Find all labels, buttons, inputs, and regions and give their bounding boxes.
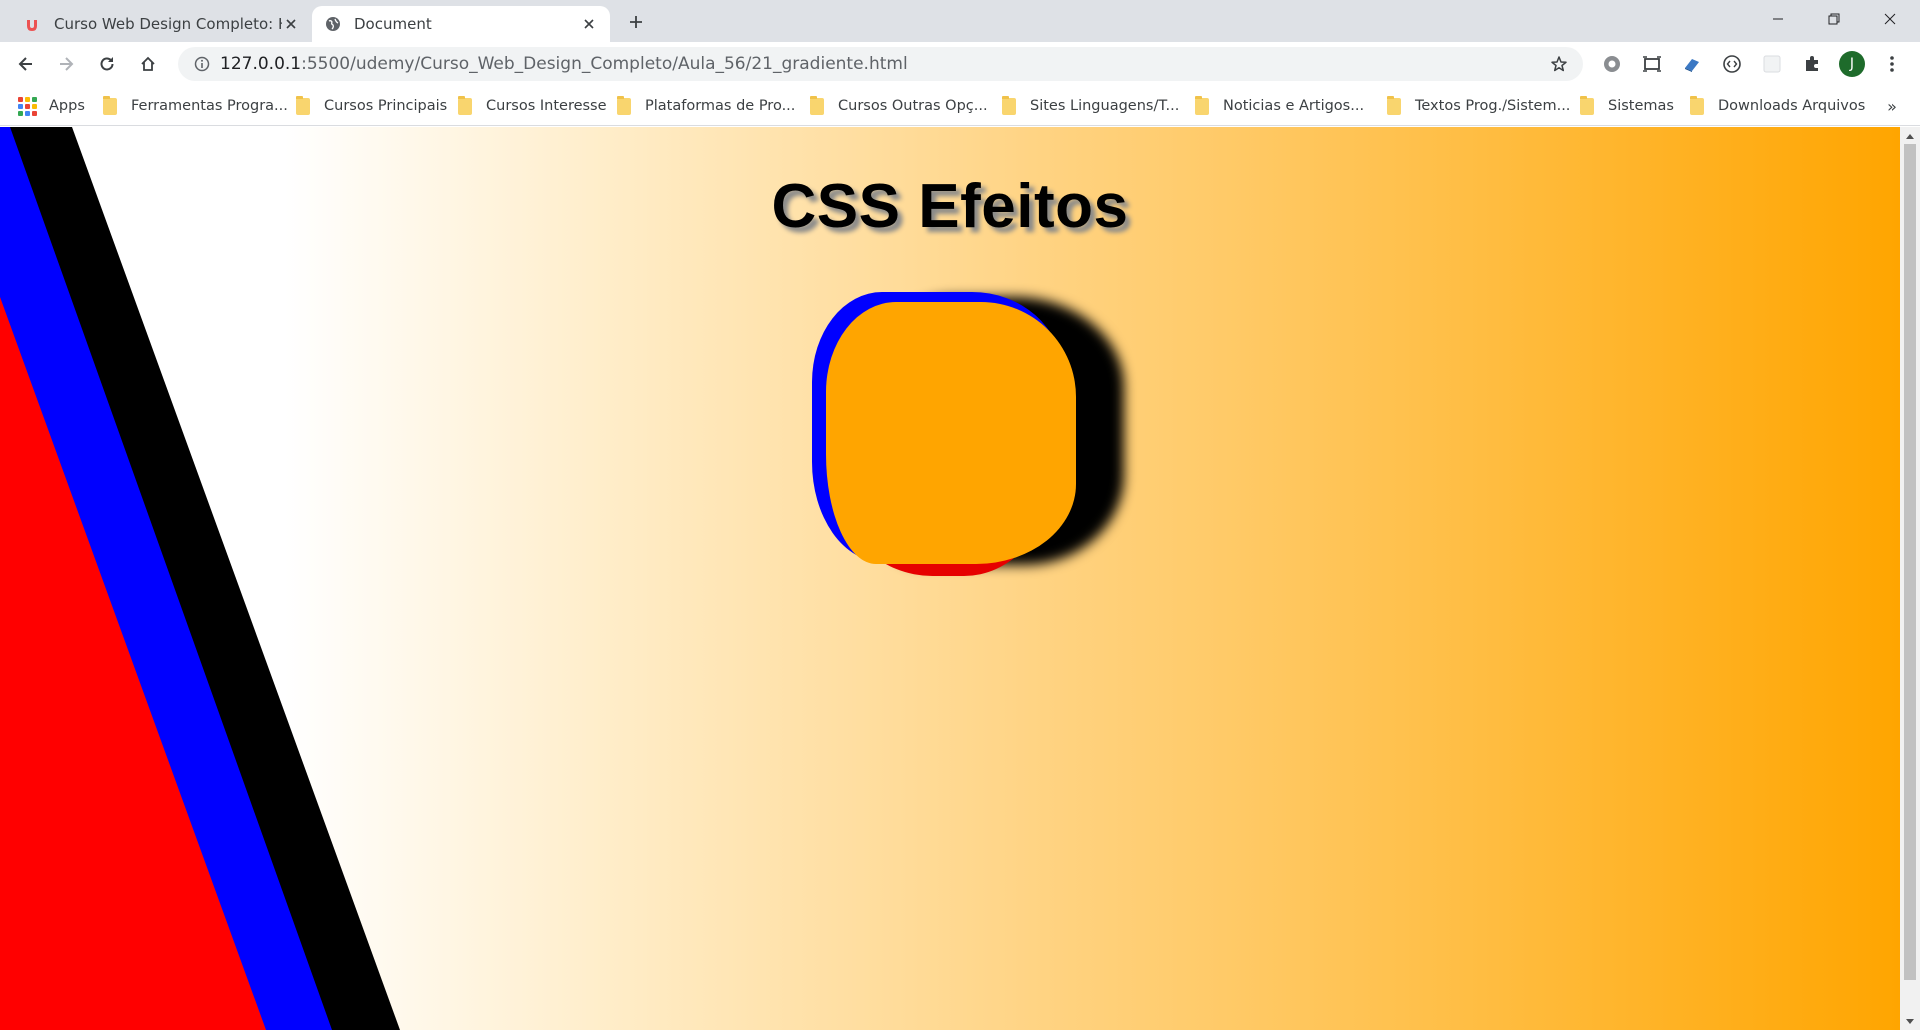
extension-code-icon[interactable]	[1720, 52, 1744, 76]
url-text: 127.0.0.1:5500/udemy/Curso_Web_Design_Co…	[220, 54, 1541, 74]
bookmark-folder[interactable]: Cursos Outras Opç...	[810, 94, 988, 118]
bookmark-folder[interactable]: Plataformas de Pro...	[617, 94, 795, 118]
new-tab-button[interactable]	[620, 8, 652, 36]
tab-strip: Curso Web Design Completo: HT Document	[0, 0, 1920, 42]
bookmark-label: Plataformas de Pro...	[645, 98, 796, 114]
bookmark-folder[interactable]: Downloads Arquivos	[1690, 94, 1865, 118]
extension-book-icon[interactable]	[1680, 52, 1704, 76]
home-button[interactable]	[132, 48, 164, 80]
page-viewport: CSS Efeitos	[0, 127, 1900, 1030]
extensions-puzzle-icon[interactable]	[1800, 52, 1824, 76]
screen-capture-icon[interactable]	[1640, 52, 1664, 76]
bookmark-label: Ferramentas Progra...	[131, 98, 288, 114]
bookmark-label: Textos Prog./Sistem...	[1415, 98, 1571, 114]
bookmark-apps[interactable]: Apps	[18, 94, 85, 118]
url-host: 127.0.0.1	[220, 54, 302, 74]
udemy-icon	[24, 15, 42, 33]
close-window-button[interactable]	[1862, 0, 1918, 38]
bookmark-label: Downloads Arquivos	[1718, 98, 1866, 114]
bookmark-folder[interactable]: Textos Prog./Sistem...	[1387, 94, 1570, 118]
restore-button[interactable]	[1806, 0, 1862, 38]
folder-icon	[1580, 95, 1594, 115]
bookmarks-bar: Apps Ferramentas Progra... Cursos Princi…	[0, 86, 1920, 126]
extension-blank-icon[interactable]	[1760, 52, 1784, 76]
folder-icon	[296, 95, 310, 115]
folder-icon	[1195, 95, 1209, 115]
back-button[interactable]	[10, 48, 42, 80]
close-tab-icon[interactable]	[580, 15, 598, 33]
forward-button[interactable]	[50, 48, 82, 80]
scroll-down-arrow-icon[interactable]	[1900, 1013, 1920, 1030]
bookmark-folder[interactable]: Cursos Interesse	[458, 94, 607, 118]
bookmark-label: Cursos Outras Opç...	[838, 98, 988, 114]
folder-icon	[617, 95, 631, 115]
tab-title: Curso Web Design Completo: HT	[54, 15, 282, 33]
bookmark-folder[interactable]: Sistemas	[1580, 94, 1674, 118]
bookmark-star-icon[interactable]	[1541, 55, 1577, 73]
close-tab-icon[interactable]	[282, 15, 300, 33]
scroll-up-arrow-icon[interactable]	[1900, 127, 1920, 144]
tab-title: Document	[354, 15, 432, 33]
bookmark-label: Cursos Principais	[324, 98, 448, 114]
folder-icon	[1002, 95, 1016, 115]
folder-icon	[1690, 95, 1704, 115]
bookmark-folder[interactable]: Ferramentas Progra...	[103, 94, 288, 118]
diagonal-stripes	[0, 127, 400, 1030]
folder-icon	[810, 95, 824, 115]
more-bookmarks-button[interactable]: »	[1880, 94, 1904, 118]
page-heading: CSS Efeitos	[771, 172, 1129, 241]
apps-grid-icon	[18, 96, 37, 116]
browser-toolbar: 127.0.0.1:5500/udemy/Curso_Web_Design_Co…	[0, 42, 1920, 86]
bookmark-label: Noticias e Artigos...	[1223, 98, 1365, 114]
bookmark-folder[interactable]: Noticias e Artigos...	[1195, 94, 1364, 118]
url-path: :5500/udemy/Curso_Web_Design_Completo/Au…	[301, 54, 908, 74]
folder-icon	[103, 95, 117, 115]
tab-document[interactable]: Document	[312, 6, 610, 42]
extension-gear-icon[interactable]	[1600, 52, 1624, 76]
folder-icon	[1387, 95, 1401, 115]
bookmark-label: Apps	[49, 98, 85, 114]
menu-kebab-icon[interactable]	[1880, 52, 1904, 76]
effect-box	[826, 302, 1076, 564]
bookmark-folder[interactable]: Sites Linguagens/T...	[1002, 94, 1179, 118]
bookmark-label: Sistemas	[1608, 98, 1674, 114]
bookmark-label: Cursos Interesse	[486, 98, 607, 114]
reload-button[interactable]	[91, 48, 123, 80]
scrollbar-thumb[interactable]	[1904, 144, 1916, 980]
info-icon[interactable]	[184, 56, 220, 72]
profile-avatar[interactable]: J	[1839, 51, 1865, 77]
address-bar[interactable]: 127.0.0.1:5500/udemy/Curso_Web_Design_Co…	[178, 47, 1583, 81]
folder-icon	[458, 95, 472, 115]
globe-icon	[324, 15, 342, 33]
bookmark-folder[interactable]: Cursos Principais	[296, 94, 447, 118]
vertical-scrollbar[interactable]	[1900, 127, 1920, 1030]
tab-udemy-course[interactable]: Curso Web Design Completo: HT	[12, 6, 312, 42]
bookmark-label: Sites Linguagens/T...	[1030, 98, 1180, 114]
minimize-button[interactable]	[1750, 0, 1806, 38]
